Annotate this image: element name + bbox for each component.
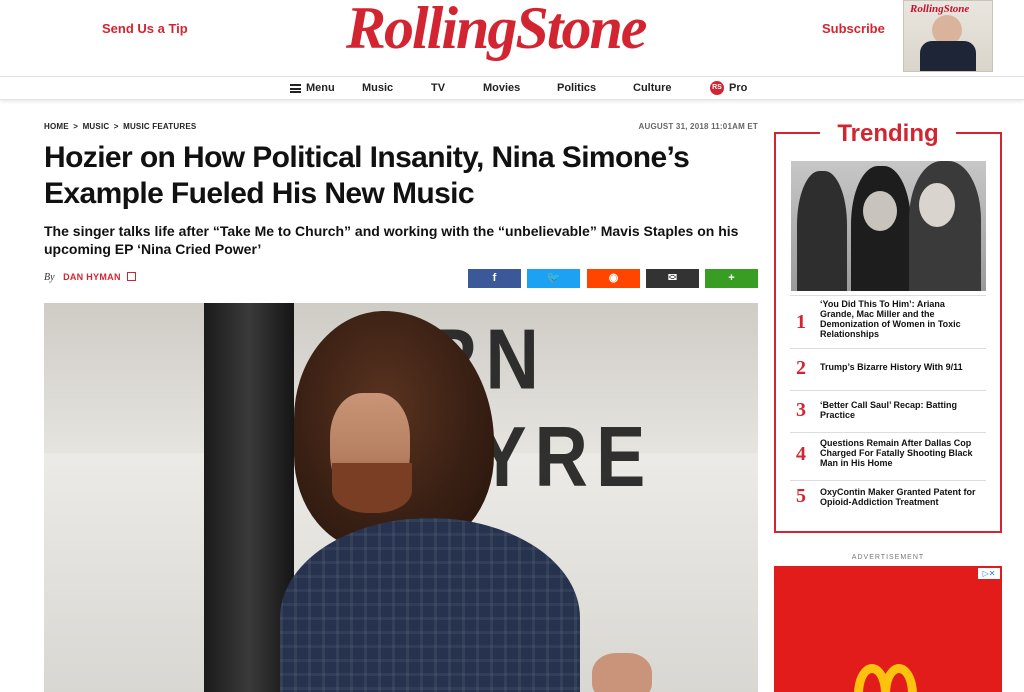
hero-beard [332, 463, 412, 513]
subscribe-link[interactable]: Subscribe [822, 21, 885, 36]
trending-rank: 3 [796, 399, 806, 421]
site-logo[interactable]: RollingStone [346, 0, 647, 60]
hero-image: RN TYRE [44, 303, 758, 692]
author-bio-icon[interactable] [127, 272, 137, 281]
share-reddit-button[interactable]: ◉ [587, 269, 640, 288]
trending-headline[interactable]: ‘Better Call Saul’ Recap: Batting Practi… [820, 400, 980, 420]
share-more-button[interactable]: + [705, 269, 758, 288]
cover-portrait-body [920, 41, 976, 71]
breadcrumb-music[interactable]: MUSIC [83, 122, 110, 131]
share-facebook-button[interactable]: f [468, 269, 521, 288]
trending-rank: 1 [796, 311, 806, 333]
cover-logo: RollingStone [910, 3, 970, 15]
trending-headline[interactable]: ‘You Did This To Him’: Ariana Grande, Ma… [820, 299, 980, 339]
byline-prefix: By [44, 272, 55, 283]
trending-headline[interactable]: Trump’s Bizarre History With 9/11 [820, 362, 980, 372]
hero-hand [592, 653, 652, 692]
trending-rank: 5 [796, 485, 806, 507]
nav-menu[interactable]: Menu [306, 82, 335, 94]
share-email-button[interactable]: ✉ [646, 269, 699, 288]
trending-item[interactable]: 1 ‘You Did This To Him’: Ariana Grande, … [790, 295, 986, 345]
trending-rank: 4 [796, 443, 806, 465]
article-dek: The singer talks life after “Take Me to … [44, 223, 739, 257]
byline: By DAN HYMAN [44, 272, 137, 283]
trending-item[interactable]: 4 Questions Remain After Dallas Cop Char… [790, 432, 986, 476]
pro-icon[interactable]: RS [710, 81, 724, 95]
trending-item[interactable]: 5 OxyContin Maker Granted Patent for Opi… [790, 480, 986, 520]
nav-item-culture[interactable]: Culture [633, 82, 672, 94]
trend-photo-figure-right [909, 161, 981, 291]
trending-item[interactable]: 2 Trump’s Bizarre History With 9/11 [790, 348, 986, 386]
share-twitter-button[interactable]: 🐦 [527, 269, 580, 288]
nav-item-politics[interactable]: Politics [557, 82, 596, 94]
nav-item-tv[interactable]: TV [431, 82, 445, 94]
trending-rank: 2 [796, 357, 806, 379]
trending-title: Trending [837, 120, 939, 147]
article-headline: Hozier on How Political Insanity, Nina S… [44, 141, 690, 210]
trend-photo-face-right [919, 183, 955, 227]
breadcrumb-separator: > [113, 122, 119, 131]
author-link[interactable]: DAN HYMAN [63, 272, 121, 282]
breadcrumb: HOME > MUSIC > MUSIC FEATURES [44, 122, 198, 131]
trending-headline[interactable]: OxyContin Maker Granted Patent for Opioi… [820, 487, 980, 507]
magazine-cover-thumbnail[interactable]: RollingStone [903, 0, 993, 72]
menu-icon[interactable] [290, 84, 301, 93]
publish-date: AUGUST 31, 2018 11:01AM ET [638, 122, 758, 131]
nav-item-pro[interactable]: Pro [729, 82, 747, 94]
site-header: Send Us a Tip RollingStone Subscribe Rol… [0, 0, 1024, 76]
trending-headline[interactable]: Questions Remain After Dallas Cop Charge… [820, 438, 980, 468]
main-nav: Menu Music TV Movies Politics Culture RS… [0, 76, 1024, 100]
trend-photo-figure-left [797, 171, 847, 291]
send-tip-link[interactable]: Send Us a Tip [102, 21, 188, 36]
trend-photo-face-middle [863, 191, 897, 231]
breadcrumb-home[interactable]: HOME [44, 122, 69, 131]
breadcrumb-separator: > [73, 122, 79, 131]
nav-item-music[interactable]: Music [362, 82, 393, 94]
trending-item[interactable]: 3 ‘Better Call Saul’ Recap: Batting Prac… [790, 390, 986, 428]
advertisement[interactable]: ▷✕ [774, 566, 1002, 692]
adchoices-icon[interactable]: ▷✕ [978, 568, 1000, 579]
nav-item-movies[interactable]: Movies [483, 82, 520, 94]
ad-logo-arch-right [881, 664, 917, 692]
trending-image[interactable] [791, 161, 986, 291]
advertisement-label: ADVERTISEMENT [851, 554, 925, 561]
breadcrumb-music-features[interactable]: MUSIC FEATURES [123, 122, 196, 131]
